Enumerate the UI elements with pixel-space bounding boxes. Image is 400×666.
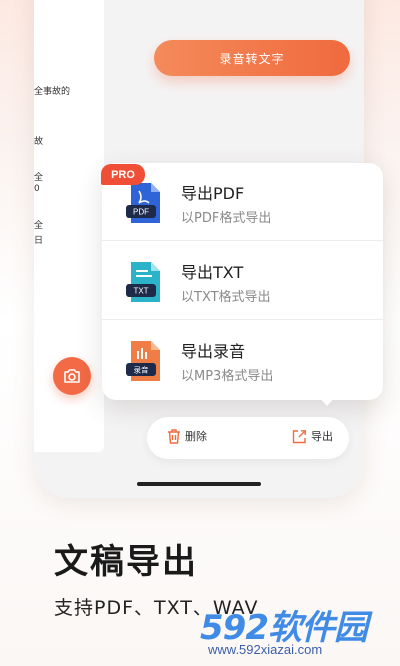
audio-icon-label: 录音	[134, 365, 149, 375]
home-indicator	[137, 482, 261, 486]
promo-headline: 文稿导出	[54, 542, 198, 582]
document-text-line: 故	[34, 137, 44, 147]
audio-file-icon: 录音	[126, 341, 160, 381]
export-audio-subtitle: 以MP3格式导出	[181, 369, 274, 384]
export-label: 导出	[311, 430, 333, 443]
divider	[102, 319, 383, 320]
document-text-line: 0	[34, 184, 40, 194]
action-bar: 删除 导出	[147, 417, 349, 459]
document-text-line: 全	[34, 221, 44, 231]
document-text-line: 全	[34, 173, 44, 183]
record-to-text-button[interactable]: 录音转文字	[154, 40, 350, 76]
divider	[102, 240, 383, 241]
export-txt-item[interactable]: TXT 导出TXT 以TXT格式导出	[102, 242, 383, 320]
document-text-line: 日	[34, 236, 44, 246]
camera-icon	[64, 369, 80, 383]
delete-label: 删除	[185, 430, 207, 443]
document-text-line: 全事故的	[34, 87, 71, 97]
pdf-icon-label: PDF	[133, 208, 149, 217]
export-pdf-title: 导出PDF	[181, 184, 245, 203]
watermark: 592软件园 www.592xiazai.com	[196, 600, 400, 666]
watermark-url: www.592xiazai.com	[208, 642, 323, 657]
export-txt-subtitle: 以TXT格式导出	[181, 290, 271, 305]
pro-badge: PRO	[101, 164, 145, 185]
export-txt-title: 导出TXT	[181, 263, 244, 282]
export-icon	[292, 429, 306, 443]
txt-file-icon: TXT	[126, 262, 160, 302]
trash-icon	[168, 428, 180, 444]
export-audio-title: 导出录音	[181, 342, 246, 361]
delete-button[interactable]: 删除	[167, 428, 207, 444]
camera-button[interactable]	[53, 357, 91, 395]
export-button[interactable]: 导出	[292, 428, 333, 444]
export-audio-item[interactable]: 录音 导出录音 以MP3格式导出	[102, 321, 383, 399]
export-pdf-subtitle: 以PDF格式导出	[181, 211, 272, 226]
txt-icon-label: TXT	[133, 287, 148, 296]
pdf-file-icon: PDF	[126, 183, 160, 223]
